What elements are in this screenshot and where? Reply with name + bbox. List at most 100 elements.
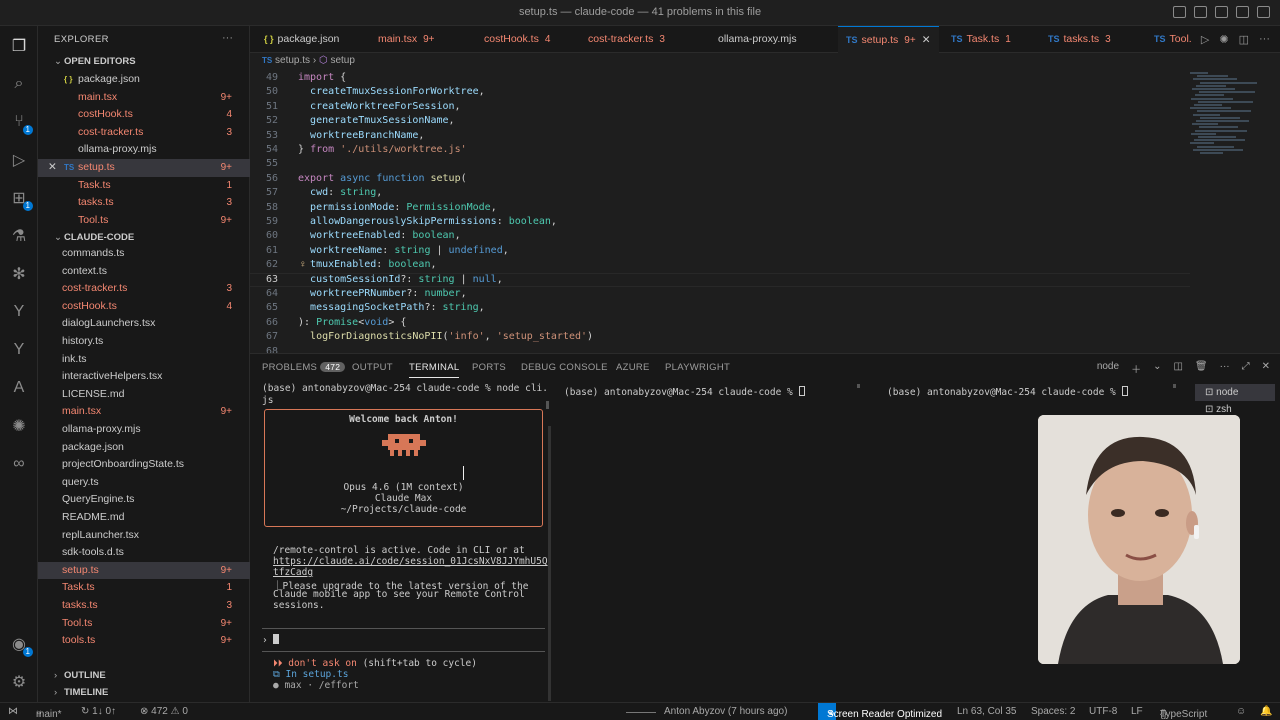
file-tree-item[interactable]: QueryEngine.ts [38,491,250,509]
open-editors-section[interactable]: ⌄ OPEN EDITORS [38,56,250,72]
terminal3-scrollbar[interactable] [1173,384,1176,388]
trash-icon[interactable]: 🗑 [1195,361,1208,376]
panel-tab-ports[interactable]: PORTS [472,362,506,373]
code-line[interactable]: ): Promise<void> { [298,317,406,328]
code-line[interactable]: messagingSocketPath?: string, [298,302,485,313]
file-tree-item[interactable]: query.ts [38,474,250,492]
tab-package-json[interactable]: { } package.json [256,26,347,53]
run-icon[interactable]: ▷ [1201,33,1209,46]
tab-cost-tracker-ts[interactable]: cost-tracker.ts 3 [580,26,673,53]
code-line[interactable]: worktreePRNumber?: number, [298,288,467,299]
layout-grid-icon[interactable] [1257,6,1270,18]
open-editor-item[interactable]: cost-tracker.ts 3 [38,124,250,142]
file-tree-item[interactable]: Task.ts 1 [38,579,250,597]
indentation[interactable]: Spaces: 2 [1031,706,1075,717]
file-tree-item[interactable]: main.tsx 9+ [38,403,250,421]
open-editor-item[interactable]: { } package.json [38,71,250,89]
git-graph-icon[interactable]: Y [9,340,29,360]
settings-gear-icon[interactable]: ⚙ [9,672,29,692]
code-line[interactable]: worktreeBranchName, [298,130,424,141]
openai-icon[interactable]: ✻ [9,264,29,284]
code-line[interactable]: tmuxEnabled: boolean, [298,259,436,270]
file-tree-item[interactable]: ollama-proxy.mjs [38,421,250,439]
extensions-icon[interactable]: ⊞ 1 [9,188,33,211]
chatgpt-icon[interactable]: ✺ [9,416,29,436]
copilot-icon[interactable]: ☺ [1236,706,1246,717]
split-editor-icon[interactable]: ◫ [1239,33,1249,46]
screen-reader-mode[interactable]: ⚭ Screen Reader Optimized [818,703,942,720]
panel-tab-problems[interactable]: PROBLEMS 472 [262,362,346,373]
maximize-panel-icon[interactable]: ⤢ [1242,361,1250,376]
remote-session-link[interactable]: https://claude.ai/code/session_01JcsNxV8… [273,556,548,567]
file-tree-item[interactable]: LICENSE.md [38,386,250,404]
remote-session-link-wrap[interactable]: tfzCadg [273,567,313,578]
panel-tab-playwright[interactable]: PLAYWRIGHT [665,362,730,373]
code-line[interactable]: import { [298,72,346,83]
terminal-shell-label[interactable]: node [1097,361,1119,376]
terminal-scrollbar[interactable] [546,401,549,409]
open-editor-item[interactable]: costHook.ts 4 [38,106,250,124]
code-line[interactable]: worktreeEnabled: boolean, [298,230,461,241]
tab-tool[interactable]: TS Tool. [1146,26,1200,53]
outline-section[interactable]: › OUTLINE [38,670,250,686]
file-tree-item[interactable]: README.md [38,509,250,527]
panel-tab-terminal[interactable]: TERMINAL [409,362,460,378]
github-icon[interactable]: Y [9,302,29,322]
encoding[interactable]: UTF-8 [1089,706,1117,717]
tab-tasks-ts[interactable]: TS tasks.ts 3 [1040,26,1119,53]
file-tree-item[interactable]: context.ts [38,263,250,281]
close-panel-icon[interactable]: ✕ [1262,361,1270,376]
open-editor-item[interactable]: main.tsx 9+ [38,89,250,107]
problems-count[interactable]: ⊗ 472 ⚠ 0 [140,706,188,717]
accounts-icon[interactable]: ◉ 1 [9,634,33,657]
infinity-icon[interactable]: ∞ [9,454,29,474]
terminal1-scrollbar[interactable] [548,426,551,701]
remote-indicator-icon[interactable]: ⋈ [8,706,18,717]
terminal-list-item[interactable]: ⊡ node [1195,384,1275,401]
code-line[interactable]: createWorktreeForSession, [298,101,461,112]
open-editor-item[interactable]: Task.ts 1 [38,177,250,195]
file-tree-item[interactable]: dialogLaunchers.tsx [38,315,250,333]
file-tree-item[interactable]: tasks.ts 3 [38,597,250,615]
terminal2-scrollbar[interactable] [857,384,860,388]
panel-tab-output[interactable]: OUTPUT [352,362,393,373]
split-terminal-icon[interactable]: ◫ [1173,361,1182,376]
more-icon[interactable]: ··· [1259,33,1270,46]
file-tree-item[interactable]: commands.ts [38,245,250,263]
code-line[interactable]: generateTmuxSessionName, [298,115,455,126]
files-icon[interactable]: ❐ [9,36,29,56]
openai-icon[interactable]: ✺ [1219,33,1228,46]
code-line[interactable]: export async function setup( [298,173,467,184]
run-debug-icon[interactable]: ▷ [9,150,29,170]
file-tree-item[interactable]: cost-tracker.ts 3 [38,280,250,298]
open-editor-item[interactable]: ✕ TS setup.ts 9+ [38,159,250,177]
code-line[interactable]: allowDangerouslySkipPermissions: boolean… [298,216,557,227]
code-line[interactable]: customSessionId?: string | null, [298,274,503,285]
file-tree-item[interactable]: projectOnboardingState.ts [38,456,250,474]
file-tree-item[interactable]: interactiveHelpers.tsx [38,368,250,386]
claude-input[interactable]: › [262,634,280,646]
breadcrumb-symbol[interactable]: setup [330,55,354,66]
search-icon[interactable]: ⌕ [9,74,29,94]
toggle-secondary-sidebar-icon[interactable] [1236,6,1249,18]
source-control-icon[interactable]: ⑂ 1 [9,112,33,135]
end-of-line[interactable]: LF [1131,706,1143,717]
code-line[interactable]: logForDiagnosticsNoPII('info', 'setup_st… [298,331,593,342]
file-tree-item[interactable]: setup.ts 9+ [38,561,250,580]
open-editor-item[interactable]: Tool.ts 9+ [38,212,250,230]
more-actions-icon[interactable]: ··· [222,32,233,44]
open-editor-item[interactable]: ollama-proxy.mjs [38,141,250,159]
breadcrumb-file[interactable]: setup.ts [275,55,310,66]
customize-layout-icon[interactable] [1173,6,1186,18]
tab-ollama-proxy-mjs[interactable]: ollama-proxy.mjs [710,26,805,53]
file-tree-item[interactable]: replLauncher.tsx [38,527,250,545]
minimap[interactable] [1190,70,1264,353]
toggle-panel-icon[interactable] [1215,6,1228,18]
file-tree-item[interactable]: package.json [38,439,250,457]
panel-tab-debug-console[interactable]: DEBUG CONSOLE [521,362,608,373]
git-blame[interactable]: Anton Abyzov (7 hours ago) [664,706,787,717]
timeline-section[interactable]: › TIMELINE [38,687,250,703]
close-tab-icon[interactable]: ✕ [922,34,931,46]
git-sync[interactable]: ↻ 1↓ 0↑ [81,706,116,717]
testing-icon[interactable]: ⚗ [9,226,29,246]
